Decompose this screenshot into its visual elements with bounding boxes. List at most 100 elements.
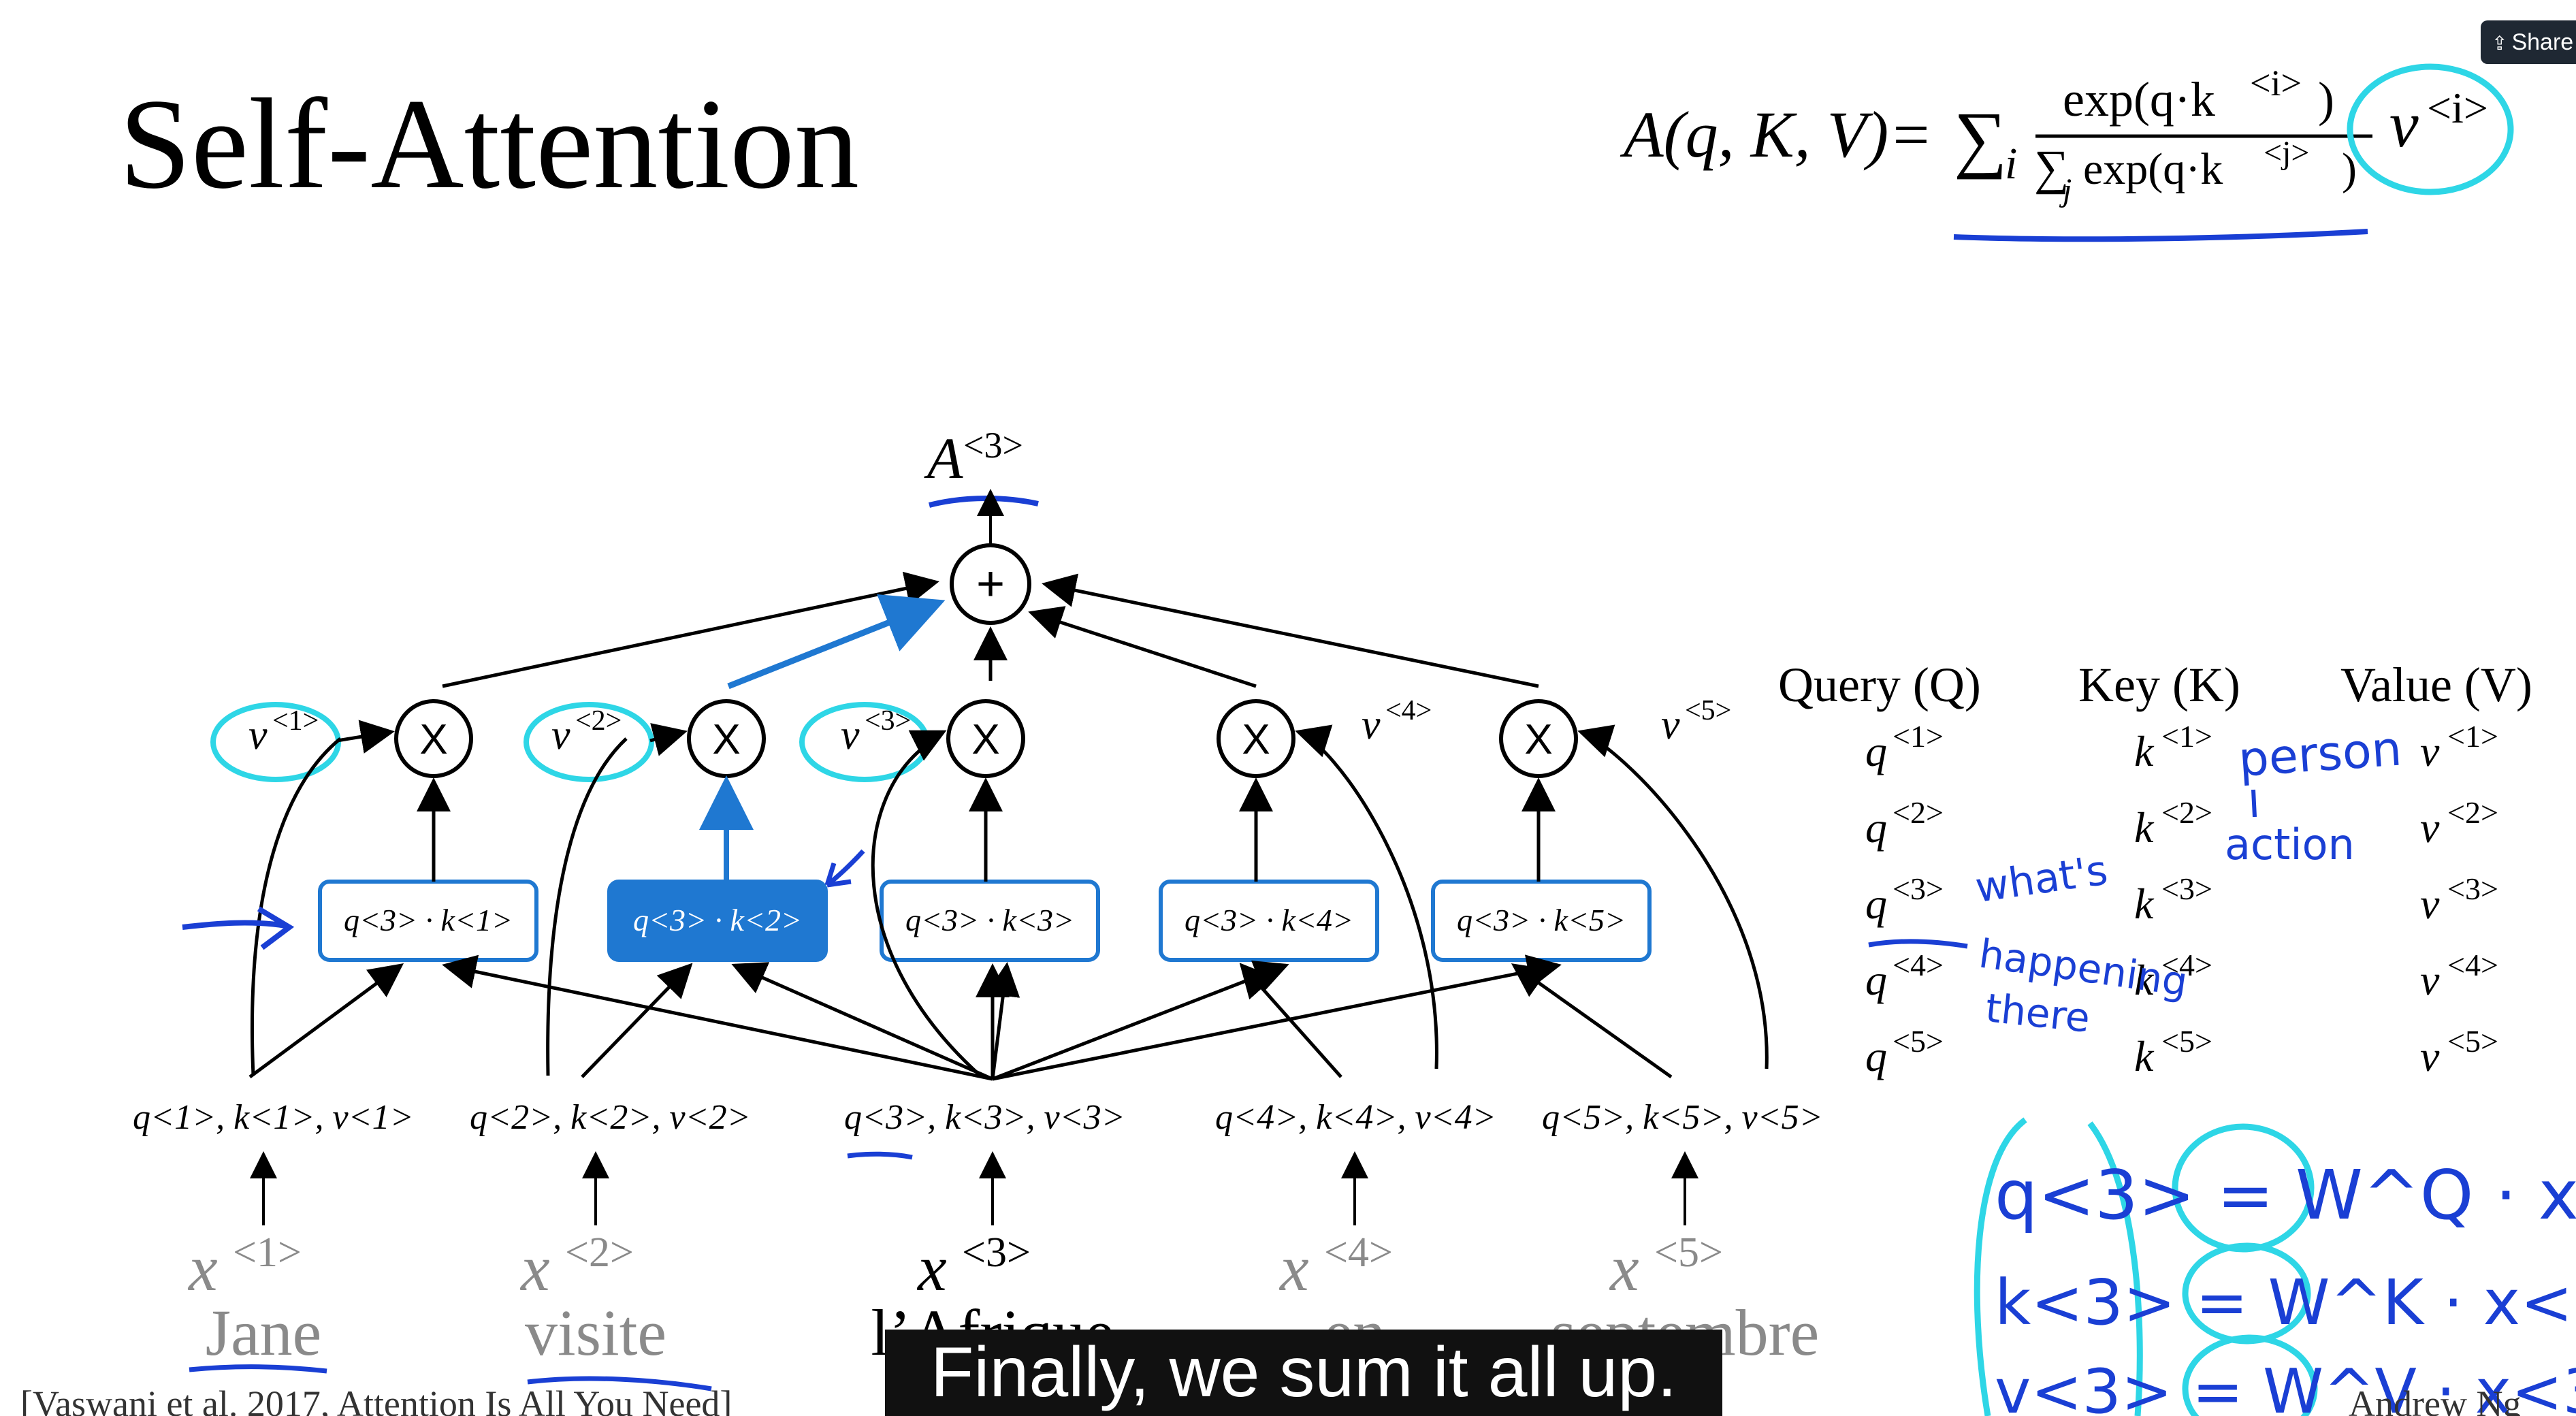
q3-to-box-5 xyxy=(992,954,1562,1081)
dot-product-label-3: q<3> · k<3> xyxy=(905,903,1074,937)
share-button[interactable]: ⇪ Share xyxy=(2481,20,2576,64)
q3-to-box-2 xyxy=(731,962,994,1081)
share-icon: ⇪ xyxy=(2492,33,2508,54)
q3-to-box-3 xyxy=(986,962,1020,1080)
note-there: there xyxy=(1984,984,2093,1042)
table-cell-sup-q3: <3> xyxy=(1893,871,1944,906)
x-label-3: x xyxy=(916,1232,947,1304)
sum-symbol: + xyxy=(976,557,1005,611)
annotation-arrow-left xyxy=(182,906,295,950)
q3-to-box-1 xyxy=(442,954,993,1081)
citation: [Vaswani et al. 2017, Attention Is All Y… xyxy=(20,1383,732,1416)
video-subtitle: Finally, we sum it all up. xyxy=(885,1330,1722,1416)
multiply-symbol-1: X xyxy=(419,716,447,763)
table-cell-q4: q xyxy=(1865,956,1887,1004)
table-cell-sup-q4: <4> xyxy=(1893,948,1944,982)
x-label-4: x xyxy=(1278,1232,1309,1304)
dot-product-label-5: q<3> · k<5> xyxy=(1457,903,1626,937)
mult5-to-sum xyxy=(1042,573,1539,688)
table-cell-sup-q2: <2> xyxy=(1893,795,1944,830)
attention-formula: A(q, K, V)= ∑ i exp(q·k <i> ) ∑ j exp(q·… xyxy=(1620,63,2488,208)
value-label-sup-5: <5> xyxy=(1685,695,1731,726)
table-cell-sup-k5: <5> xyxy=(2161,1024,2212,1059)
table-cell-sup-q1: <1> xyxy=(1893,719,1944,754)
input-word-2: visite xyxy=(525,1296,666,1369)
multiply-symbol-2: X xyxy=(712,716,740,763)
multiply-symbol-4: X xyxy=(1242,716,1270,763)
x-label-sup-2: <2> xyxy=(565,1229,634,1276)
slide-canvas: Self-Attention A(q, K, V)= ∑ i exp(q·k <… xyxy=(20,63,2576,1416)
qkv-label-1: q<1>, k<1>, v<1> xyxy=(133,1098,414,1137)
note-action: action xyxy=(2225,820,2355,869)
key-to-box-2 xyxy=(581,963,693,1078)
table-cell-k1: k xyxy=(2134,727,2155,775)
formula-numerator: exp(q·k xyxy=(2063,72,2215,127)
table-cell-v2: v xyxy=(2420,803,2440,852)
formula-denominator-sup: <j> xyxy=(2264,135,2309,171)
table-cell-v5: v xyxy=(2420,1032,2440,1080)
dot-product-label-4: q<3> · k<4> xyxy=(1185,903,1353,937)
note-whats: what's xyxy=(1972,846,2110,912)
formula-sum-i-sub: i xyxy=(2005,139,2017,189)
table-cell-q3: q xyxy=(1865,880,1887,928)
key-to-box-5 xyxy=(1511,963,1673,1079)
x-label-sup-3: <3> xyxy=(962,1229,1031,1276)
table-cell-k3: k xyxy=(2134,880,2155,928)
value-label-2: v xyxy=(551,712,570,758)
table-header-key: Key (K) xyxy=(2078,658,2240,712)
formula-v: v xyxy=(2389,88,2419,161)
x-label-sup-5: <5> xyxy=(1654,1229,1723,1276)
table-cell-k2: k xyxy=(2134,803,2155,852)
note-person: person xyxy=(2236,720,2403,788)
table-header-query: Query (Q) xyxy=(1778,658,1981,712)
qkv-label-2: q<2>, k<2>, v<2> xyxy=(470,1098,751,1137)
input-word-1: Jane xyxy=(206,1296,322,1369)
x-label-5: x xyxy=(1609,1232,1639,1304)
table-cell-q2: q xyxy=(1865,803,1887,852)
table-cell-sup-v2: <2> xyxy=(2447,795,2498,830)
table-cell-q5: q xyxy=(1865,1032,1887,1080)
value-label-4: v xyxy=(1362,702,1381,748)
table-cell-sup-k1: <1> xyxy=(2161,719,2212,754)
attention-columns: Xv <1>q<3> · k<1>q<1>, k<1>, v<1>x <1>Jane… xyxy=(133,695,1823,1369)
value-to-mult-1 xyxy=(336,720,395,754)
dot-product-label-2: q<3> · k<2> xyxy=(633,903,802,937)
share-label: Share xyxy=(2511,29,2574,55)
eq-k3: k<3> = W^K · x<3> xyxy=(1995,1266,2576,1339)
slide-title: Self-Attention xyxy=(119,73,859,216)
key-to-box-1 xyxy=(248,963,404,1079)
output-underline xyxy=(929,496,1039,508)
formula-denominator: exp(q·k xyxy=(2083,144,2223,194)
table-cell-sup-v4: <4> xyxy=(2447,948,2498,982)
value-label-1: v xyxy=(248,712,268,758)
table-cell-sup-q5: <5> xyxy=(1893,1024,1944,1059)
q3-to-box-4 xyxy=(992,960,1289,1081)
author: Andrew Ng xyxy=(2349,1383,2521,1416)
formula-numerator-sup: <i> xyxy=(2250,63,2302,103)
value-label-5: v xyxy=(1661,702,1680,748)
output-label: A xyxy=(924,425,963,491)
key-to-box-4 xyxy=(1239,963,1342,1078)
qkv-label-5: q<5>, k<5>, v<5> xyxy=(1542,1098,1823,1137)
table-cell-v3: v xyxy=(2420,880,2440,928)
x-label-sup-4: <4> xyxy=(1324,1229,1393,1276)
table-cell-sup-k2: <2> xyxy=(2161,795,2212,830)
value-to-mult-2 xyxy=(649,723,688,756)
table-cell-v1: v xyxy=(2420,727,2440,775)
formula-underline xyxy=(1953,229,2368,242)
annotation-arrow-q3k2 xyxy=(824,849,865,888)
value-label-sup-4: <4> xyxy=(1385,695,1432,726)
qkv-table: Query (Q) Key (K) Value (V) q <1> k <1> v <1>… xyxy=(1778,658,2532,1080)
output-label-sup: <3> xyxy=(963,425,1023,466)
x-label-1: x xyxy=(187,1232,218,1304)
multiply-symbol-3: X xyxy=(971,716,999,763)
value-label-3: v xyxy=(841,712,860,758)
dot-product-label-1: q<3> · k<1> xyxy=(344,903,513,937)
qkv-label-3: q<3>, k<3>, v<3> xyxy=(844,1098,1125,1137)
multiply-symbol-5: X xyxy=(1524,716,1552,763)
q3-input-underline xyxy=(847,1151,913,1160)
table-cell-sup-v1: <1> xyxy=(2447,719,2498,754)
formula-numerator-close: ) xyxy=(2318,72,2334,127)
formula-lhs: A(q, K, V)= xyxy=(1620,98,1933,171)
note-person-pointer xyxy=(2251,789,2257,818)
